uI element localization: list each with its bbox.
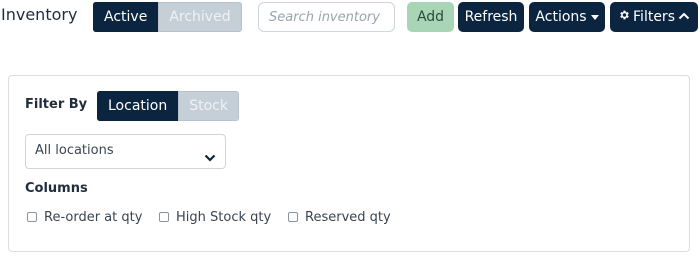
- chevron-down-icon: [204, 147, 216, 166]
- toolbar: Inventory Active Archived Add Refresh Ac…: [0, 0, 700, 34]
- page-title: Inventory: [1, 5, 78, 24]
- actions-label: Actions: [535, 9, 587, 25]
- caret-down-icon: [590, 14, 599, 20]
- high-stock-label: High Stock qty: [176, 209, 272, 225]
- filters-button[interactable]: Filters: [610, 2, 698, 32]
- column-option-high-stock[interactable]: High Stock qty: [159, 208, 271, 226]
- location-select-value: All locations: [35, 143, 114, 158]
- search-input[interactable]: [258, 2, 395, 32]
- columns-label: Columns: [25, 181, 88, 196]
- reorder-checkbox[interactable]: [27, 212, 37, 222]
- high-stock-checkbox[interactable]: [159, 212, 169, 222]
- filter-by-label: Filter By: [25, 97, 88, 112]
- add-button[interactable]: Add: [407, 2, 454, 32]
- column-option-reserved[interactable]: Reserved qty: [288, 208, 391, 226]
- refresh-button[interactable]: Refresh: [458, 2, 524, 32]
- tab-archived[interactable]: Archived: [158, 2, 242, 32]
- filter-type-toggle: Location Stock: [97, 91, 239, 121]
- gear-icon: [618, 3, 630, 31]
- reorder-label: Re-order at qty: [44, 209, 143, 225]
- status-toggle: Active Archived: [93, 2, 242, 32]
- filters-label: Filters: [633, 9, 675, 25]
- reserved-label: Reserved qty: [305, 209, 391, 225]
- reserved-checkbox[interactable]: [288, 212, 298, 222]
- tab-active[interactable]: Active: [93, 2, 159, 32]
- column-option-reorder[interactable]: Re-order at qty: [27, 208, 142, 226]
- chevron-up-icon: [678, 3, 690, 31]
- actions-button[interactable]: Actions: [529, 2, 605, 32]
- filter-panel: Filter By Location Stock All locations C…: [8, 75, 690, 252]
- tab-stock[interactable]: Stock: [178, 91, 239, 121]
- location-select[interactable]: All locations: [25, 134, 226, 169]
- tab-location[interactable]: Location: [97, 91, 179, 121]
